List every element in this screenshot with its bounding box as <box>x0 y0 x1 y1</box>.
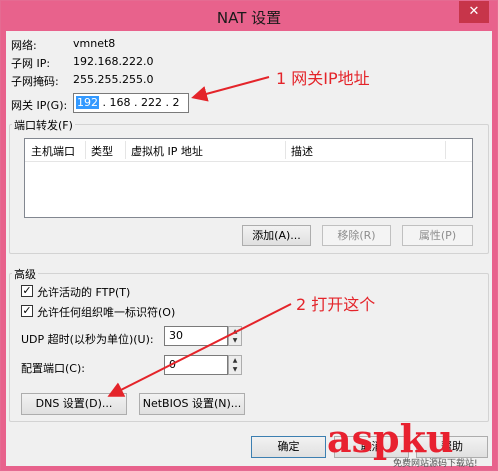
watermark-logo: aspku <box>327 419 454 459</box>
watermark-brand: aspku <box>327 416 454 461</box>
nat-settings-window: NAT 设置 ✕ 网络: vmnet8 子网 IP: 192.168.222.0… <box>0 0 498 471</box>
annotation-arrows <box>107 76 292 397</box>
watermark-subtitle: 免费网站源码下载站! <box>393 459 478 469</box>
arrow-to-dns <box>107 303 292 397</box>
arrow-to-gateway <box>191 76 270 102</box>
